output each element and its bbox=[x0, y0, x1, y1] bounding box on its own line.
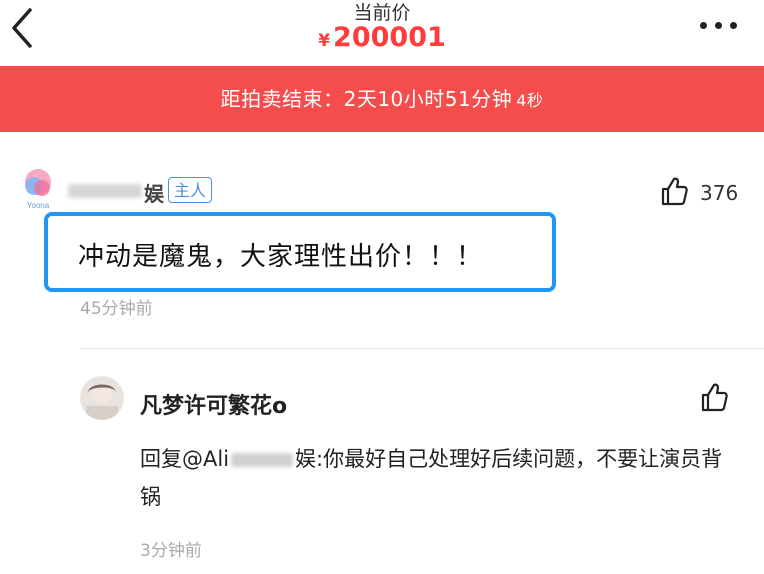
thumbs-up-icon bbox=[701, 383, 728, 412]
more-button[interactable] bbox=[696, 14, 742, 36]
reply-author-name[interactable]: 凡梦许可繁花o bbox=[140, 388, 287, 420]
thumbs-up-icon bbox=[661, 177, 688, 206]
comment-author-name[interactable]: 娱 bbox=[68, 180, 164, 206]
current-price: ¥200001 bbox=[0, 22, 764, 53]
more-dots-icon bbox=[700, 22, 707, 29]
comment-time: 45分钟前 bbox=[80, 299, 153, 319]
price-value: 200001 bbox=[333, 22, 446, 53]
reply-text: 回复@Ali 娱:你最好自己处理好后续问题，不要让演员背锅 bbox=[140, 440, 740, 516]
redacted-name bbox=[68, 184, 142, 198]
price-currency: ¥ bbox=[318, 31, 331, 51]
reply-text-prefix: 回复@Ali bbox=[140, 447, 230, 471]
top-bar: 当前价 ¥200001 bbox=[0, 0, 764, 66]
countdown-prefix: 距拍卖结束： bbox=[220, 87, 344, 111]
reply-time: 3分钟前 bbox=[140, 541, 202, 561]
countdown-seconds: 4秒 bbox=[516, 91, 544, 110]
auction-countdown-banner: 距拍卖结束：2天10小时51分钟 4秒 bbox=[0, 66, 764, 132]
author-avatar[interactable]: Yoona bbox=[18, 168, 58, 212]
reply-author-avatar[interactable] bbox=[80, 376, 124, 420]
like-count: 376 bbox=[700, 181, 739, 205]
reply-like-button[interactable] bbox=[700, 382, 728, 412]
countdown-remaining: 2天10小时51分钟 bbox=[343, 87, 513, 111]
redacted-mention bbox=[231, 453, 294, 467]
author-name-visible: 娱 bbox=[144, 182, 164, 206]
avatar-caption: Yoona bbox=[27, 201, 50, 210]
comment-text: 冲动是魔鬼，大家理性出价！！！ bbox=[78, 242, 484, 272]
host-badge: 主人 bbox=[168, 177, 212, 203]
like-button[interactable] bbox=[660, 176, 688, 206]
divider bbox=[80, 348, 764, 349]
